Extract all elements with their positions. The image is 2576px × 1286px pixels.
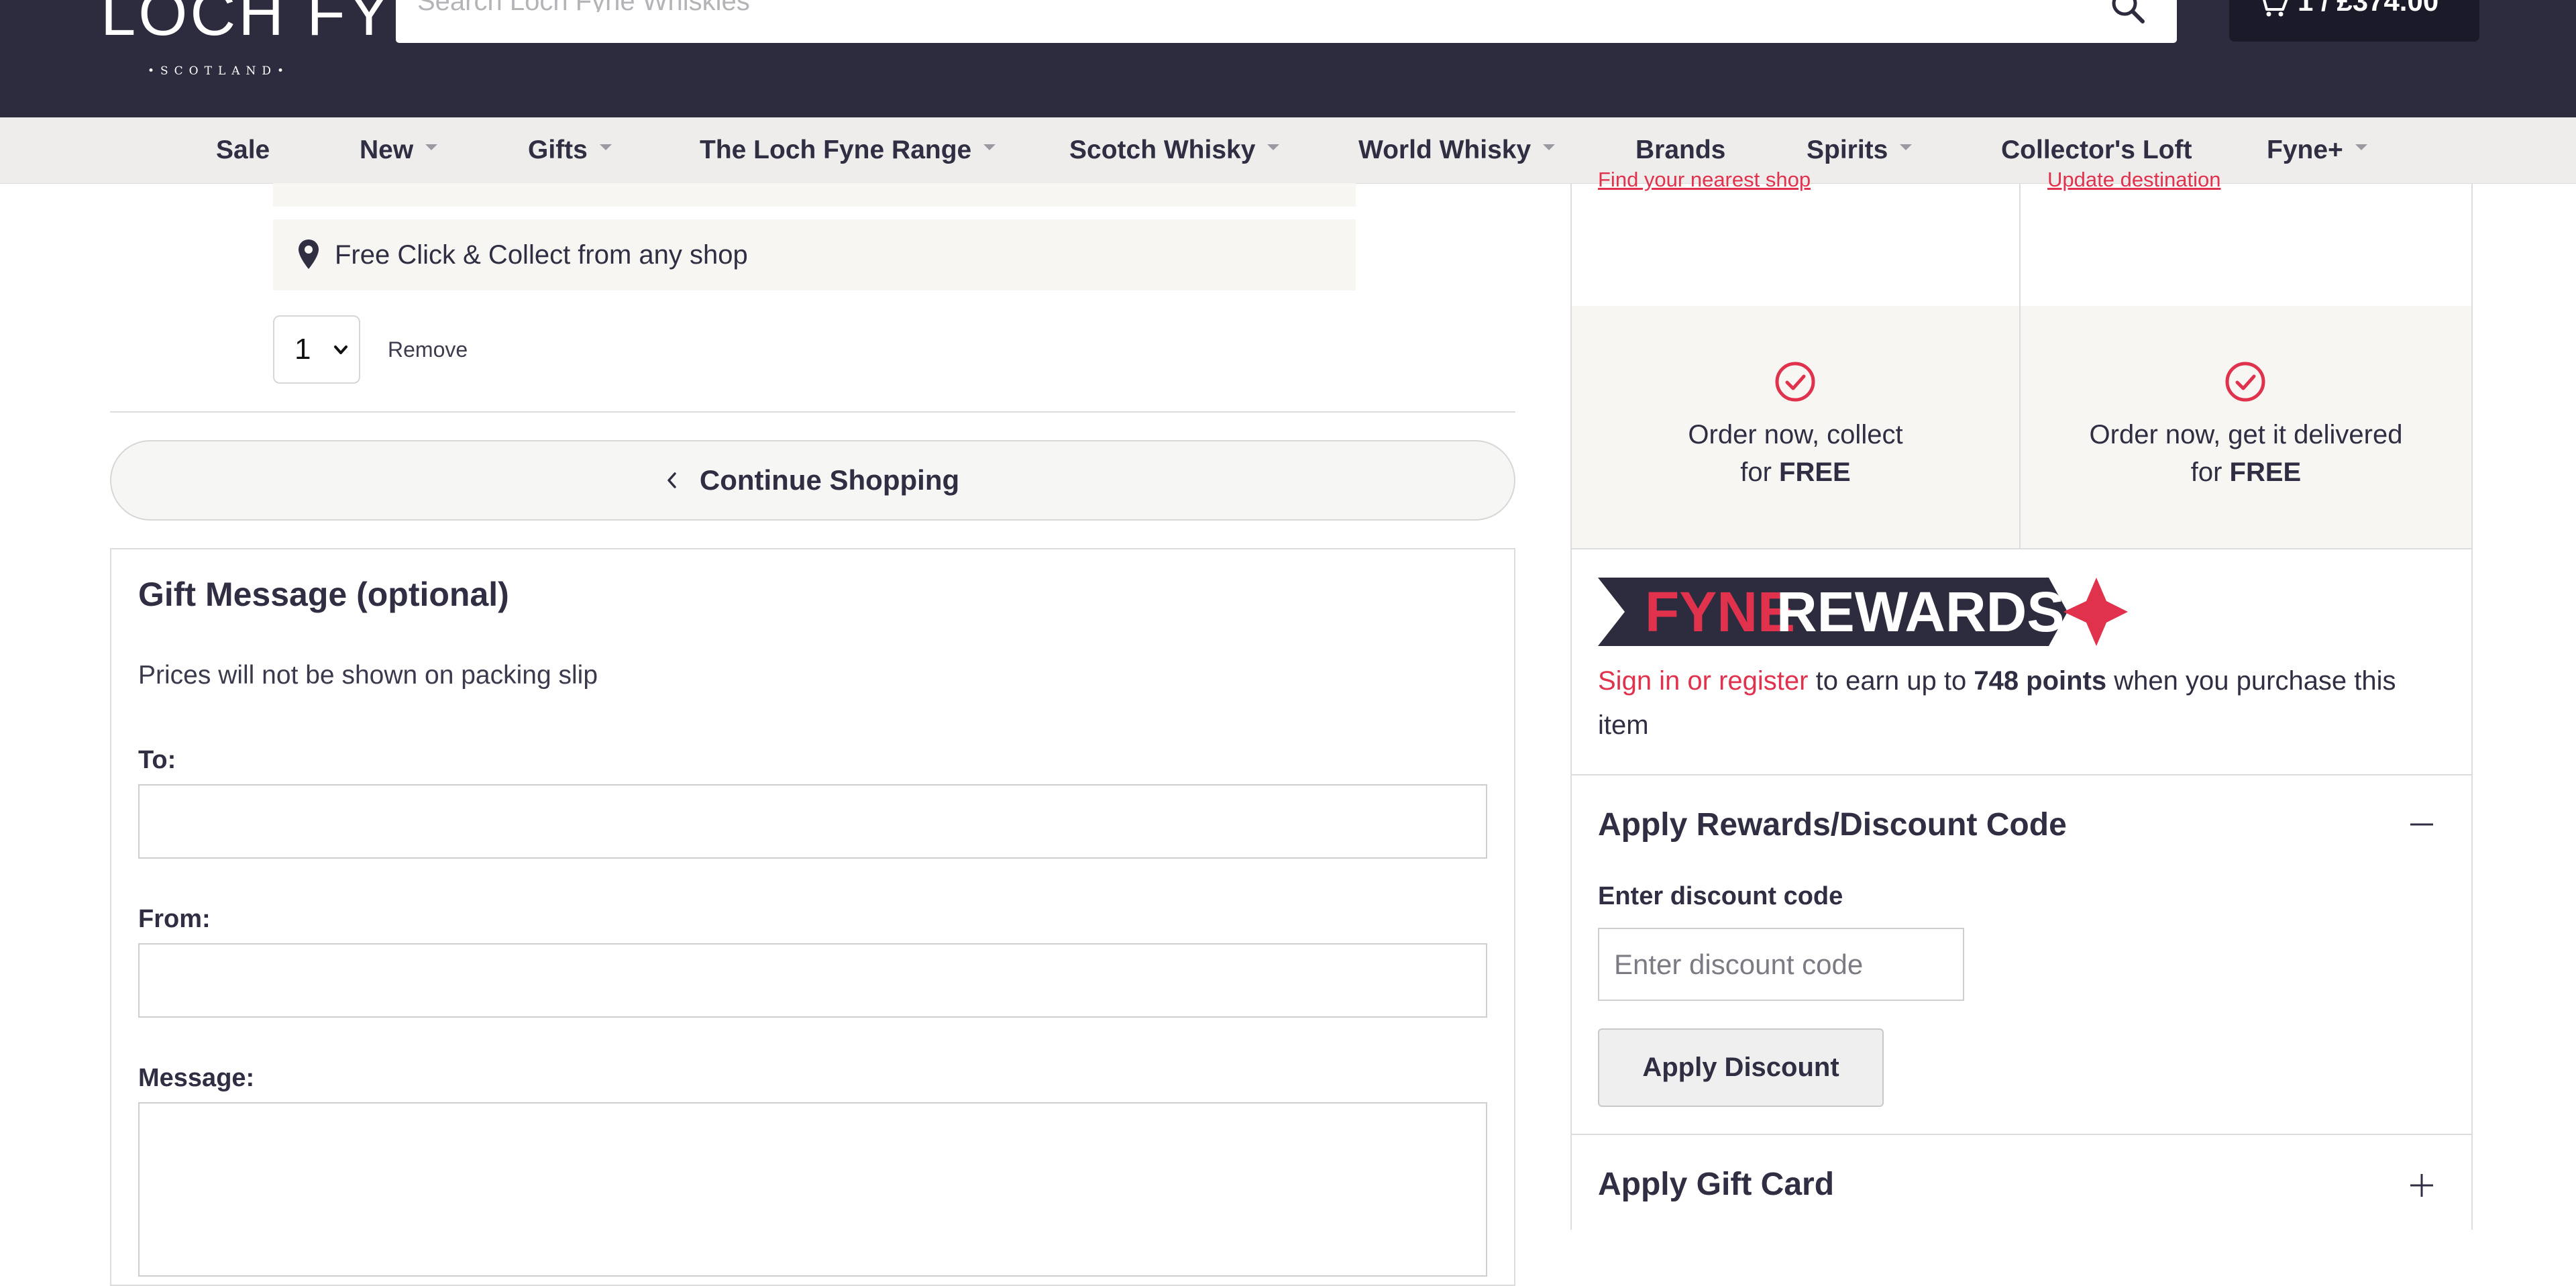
- nav-label: Spirits: [1807, 136, 1888, 164]
- caret-down-icon: [599, 144, 612, 151]
- gift-message-note: Prices will not be shown on packing slip: [138, 661, 598, 690]
- continue-shopping-label: Continue Shopping: [699, 464, 960, 496]
- chevron-down-icon: [334, 345, 347, 354]
- nav-label: Collector's Loft: [2001, 136, 2192, 164]
- search-input[interactable]: [416, 0, 2096, 12]
- cart-summary: 1 / £374.00: [2298, 0, 2439, 17]
- gift-message-title: Gift Message (optional): [138, 576, 509, 613]
- nav-label: Scotch Whisky: [1069, 136, 1256, 164]
- nav-item-spirits[interactable]: Spirits: [1807, 117, 1913, 183]
- search-icon[interactable]: [2109, 0, 2147, 25]
- discount-code-label: Enter discount code: [1598, 882, 1843, 910]
- nav-item-sale[interactable]: Sale: [216, 117, 270, 183]
- cart-icon: [2263, 0, 2288, 17]
- discount-code-input[interactable]: [1598, 928, 1964, 1001]
- nav-item-new[interactable]: New: [360, 117, 438, 183]
- gift-message-field[interactable]: [138, 1102, 1487, 1277]
- svg-text:FYNE: FYNE: [1645, 580, 1795, 643]
- fyne-rewards-logo: FYNE REWARDS: [1598, 578, 2128, 646]
- cart-button[interactable]: 1 / £374.00: [2229, 0, 2479, 42]
- divider: [1570, 1134, 2473, 1135]
- quantity-select[interactable]: 1: [273, 315, 360, 384]
- from-label: From:: [138, 905, 211, 933]
- discount-section-header[interactable]: Apply Rewards/Discount Code: [1598, 806, 2067, 843]
- expand-plus-icon[interactable]: [2408, 1172, 2435, 1199]
- nav-label: World Whisky: [1358, 136, 1532, 164]
- gift-message-section: Gift Message (optional) Prices will not …: [110, 548, 1515, 1286]
- collect-option[interactable]: Order now, collect for FREE: [1572, 306, 2019, 548]
- chevron-left-icon: [667, 472, 676, 488]
- delivery-option-strip: [273, 183, 1356, 207]
- nav-label: The Loch Fyne Range: [700, 136, 972, 164]
- message-label: Message:: [138, 1064, 255, 1092]
- find-nearest-shop-link[interactable]: Find your nearest shop: [1598, 168, 1811, 192]
- caret-down-icon: [1900, 144, 1913, 151]
- collapse-minus-icon[interactable]: [2408, 811, 2435, 838]
- nav-item-gifts[interactable]: Gifts: [528, 117, 612, 183]
- click-collect-info: Free Click & Collect from any shop: [273, 219, 1356, 290]
- sign-in-register-link[interactable]: Sign in or register: [1598, 666, 1808, 696]
- check-circle-icon: [2225, 362, 2265, 402]
- quantity-value: 1: [294, 333, 311, 366]
- site-header: LOCH FYNE •SCOTLAND• 1 / £374.00: [0, 0, 2576, 117]
- remove-item-link[interactable]: Remove: [388, 315, 468, 384]
- reward-points: 748 points: [1974, 666, 2107, 696]
- gift-from-field[interactable]: [138, 943, 1487, 1018]
- map-pin-icon: [299, 239, 319, 269]
- collect-free-text: Order now, collect for FREE: [1688, 420, 1903, 487]
- nav-item-loch-fyne-range[interactable]: The Loch Fyne Range: [700, 117, 996, 183]
- nav-label: Fyne+: [2267, 136, 2343, 164]
- nav-label: New: [360, 136, 414, 164]
- update-destination-link[interactable]: Update destination: [2047, 168, 2221, 192]
- nav-item-scotch-whisky[interactable]: Scotch Whisky: [1069, 117, 1280, 183]
- nav-label: Gifts: [528, 136, 588, 164]
- delivery-free-text: Order now, get it delivered for FREE: [2089, 420, 2403, 487]
- caret-down-icon: [983, 144, 996, 151]
- delivery-option[interactable]: Order now, get it delivered for FREE: [2021, 306, 2471, 548]
- divider: [110, 411, 1515, 413]
- caret-down-icon: [1267, 144, 1280, 151]
- divider: [1570, 548, 2473, 549]
- divider: [1570, 774, 2473, 775]
- click-collect-text: Free Click & Collect from any shop: [335, 240, 748, 270]
- apply-discount-button[interactable]: Apply Discount: [1598, 1028, 1884, 1107]
- nav-label: Sale: [216, 136, 270, 164]
- search-bar: [396, 0, 2177, 43]
- check-circle-icon: [1775, 362, 1815, 402]
- caret-down-icon: [2355, 144, 2367, 151]
- caret-down-icon: [425, 144, 438, 151]
- gift-to-field[interactable]: [138, 784, 1487, 859]
- caret-down-icon: [1543, 144, 1556, 151]
- to-label: To:: [138, 746, 176, 774]
- gift-card-section-header[interactable]: Apply Gift Card: [1598, 1166, 1834, 1203]
- nav-item-world-whisky[interactable]: World Whisky: [1358, 117, 1556, 183]
- continue-shopping-button[interactable]: Continue Shopping: [110, 440, 1515, 521]
- svg-text:REWARDS: REWARDS: [1776, 580, 2064, 643]
- rewards-info: Sign in or register to earn up to 748 po…: [1598, 666, 2396, 740]
- site-logo[interactable]: LOCH FYNE •SCOTLAND•: [101, 0, 483, 87]
- nav-item-fyne-plus[interactable]: Fyne+: [2267, 117, 2367, 183]
- nav-label: Brands: [1635, 136, 1726, 164]
- logo-subtext: •SCOTLAND•: [148, 64, 290, 78]
